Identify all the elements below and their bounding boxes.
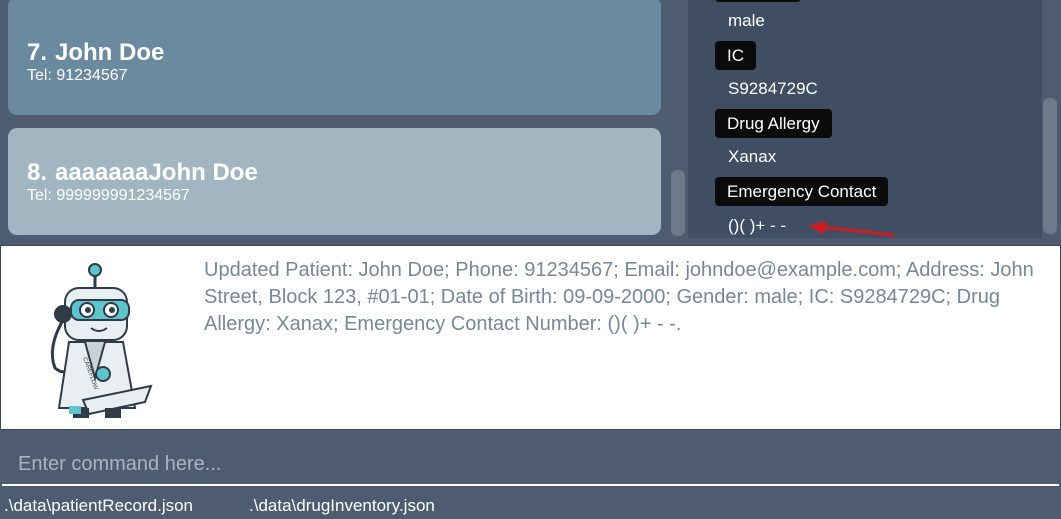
ic-tag: IC [715,41,756,70]
patient-phone: Tel: 91234567 [27,67,128,84]
gender-tag [715,0,801,2]
command-box[interactable] [2,446,1059,486]
patient-card[interactable]: 7. John Doe Tel: 91234567 [8,0,661,115]
result-display: CAREFLOW Updated Patient: John Doe; Phon… [0,245,1061,430]
status-bar: .\data\patientRecord.json .\data\drugInv… [0,490,1061,519]
drug-allergy-tag: Drug Allergy [715,109,832,138]
drug-allergy-value: Xanax [728,147,777,166]
patient-name: 7. John Doe [27,39,641,67]
command-input[interactable] [2,446,1059,482]
patient-index: 7. [27,39,48,66]
robot-doctor-mascot-icon: CAREFLOW [50,263,153,418]
red-arrow-icon [808,221,895,237]
patient-index: 8. [27,159,48,186]
patient-phone: Tel: 999999991234567 [27,187,190,204]
emergency-contact-value: ()( )+ - - [728,216,787,235]
emergency-contact-tag: Emergency Contact [715,177,889,206]
result-message: Updated Patient: John Doe; Phone: 912345… [204,259,1034,335]
detail-content: male IC S9284729C Drug Allergy Xanax Eme… [688,0,1042,238]
patient-card[interactable]: 8. aaaaaaaJohn Doe Tel: 999999991234567 [8,128,661,235]
patient-name: 8. aaaaaaaJohn Doe [27,159,641,187]
drug-inventory-path: .\data\drugInventory.json [249,496,435,515]
ic-value: S9284729C [728,79,818,98]
patient-list-panel[interactable]: 7. John Doe Tel: 91234567 8. aaaaaaaJohn D… [0,0,688,243]
patient-list-scrollbar[interactable] [671,170,685,236]
patient-detail-panel: male IC S9284729C Drug Allergy Xanax Eme… [688,0,1061,243]
patient-record-path: .\data\patientRecord.json [4,496,194,515]
detail-scrollbar[interactable] [1043,98,1057,234]
patient-name-text: John Doe [55,39,165,66]
patient-name-text: aaaaaaaJohn Doe [55,159,258,186]
gender-value: male [728,11,765,30]
